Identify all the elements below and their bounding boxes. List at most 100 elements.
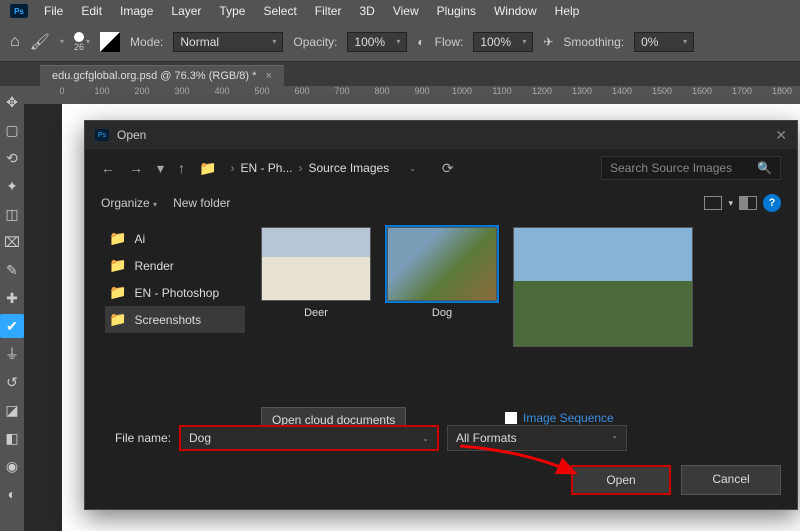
menu-edit[interactable]: Edit bbox=[73, 2, 110, 20]
eyedropper-tool[interactable]: ✎ bbox=[0, 258, 24, 282]
search-input[interactable]: Search Source Images 🔍 bbox=[601, 156, 781, 180]
chevron-down-icon[interactable]: ⌄ bbox=[409, 164, 416, 173]
opacity-label: Opacity: bbox=[293, 35, 337, 49]
close-tab-icon[interactable]: × bbox=[265, 70, 271, 82]
airbrush-icon[interactable]: ✈ bbox=[543, 35, 553, 49]
options-bar: ⌂ 🖌 ▾ 26 ▾ Mode: Normal ▾ Opacity: 100% … bbox=[0, 22, 800, 62]
brush-size-picker[interactable]: 26 ▾ bbox=[74, 32, 90, 52]
chevron-right-icon: › bbox=[298, 161, 302, 175]
folder-item[interactable]: 📁Screenshots bbox=[105, 306, 245, 333]
file-item[interactable]: Deer bbox=[261, 227, 371, 319]
refresh-icon[interactable]: ⟳ bbox=[442, 160, 454, 177]
breadcrumb-item[interactable]: Source Images bbox=[308, 161, 389, 175]
frame-tool[interactable]: ⌧ bbox=[0, 230, 24, 254]
gradient-tool[interactable]: ◧ bbox=[0, 426, 24, 450]
pressure-opacity-icon[interactable]: ◐ bbox=[417, 35, 424, 49]
file-thumbnail bbox=[387, 227, 497, 301]
folder-item[interactable]: 📁Render bbox=[105, 252, 245, 279]
file-preview bbox=[513, 227, 693, 347]
opacity-select[interactable]: 100% ▾ bbox=[347, 32, 407, 52]
filename-input[interactable]: Dog ⌄ bbox=[179, 425, 439, 451]
ruler-tick: 1800 bbox=[762, 86, 800, 104]
breadcrumb[interactable]: › EN - Ph... › Source Images ⌄ bbox=[230, 161, 415, 175]
folder-icon: 📁 bbox=[109, 284, 126, 301]
open-dialog: Ps Open ✕ ← → ▾ ↑ 📁 › EN - Ph... › Sourc… bbox=[84, 120, 798, 510]
folder-label: Ai bbox=[134, 232, 145, 246]
chevron-down-icon[interactable]: ▾ bbox=[60, 37, 64, 46]
chevron-down-icon: ⌄ bbox=[422, 434, 429, 443]
view-icon[interactable] bbox=[704, 196, 722, 210]
close-icon[interactable]: ✕ bbox=[775, 127, 787, 144]
brush-tool-icon[interactable]: 🖌 bbox=[30, 32, 50, 52]
preview-pane-icon[interactable] bbox=[739, 196, 757, 210]
crop-tool[interactable]: ◫ bbox=[0, 202, 24, 226]
mode-select[interactable]: Normal ▾ bbox=[173, 32, 283, 52]
file-thumbnail bbox=[261, 227, 371, 301]
cancel-button[interactable]: Cancel bbox=[681, 465, 781, 495]
menu-file[interactable]: File bbox=[36, 2, 71, 20]
ruler-tick: 1100 bbox=[482, 86, 522, 104]
ruler-tick: 700 bbox=[322, 86, 362, 104]
preview-thumbnail bbox=[513, 227, 693, 347]
view-chevron-icon[interactable]: ▾ bbox=[728, 198, 733, 209]
menu-plugins[interactable]: Plugins bbox=[429, 2, 484, 20]
stamp-tool[interactable]: ⏚ bbox=[0, 342, 24, 366]
menu-view[interactable]: View bbox=[385, 2, 427, 20]
dodge-tool[interactable]: ◐ bbox=[0, 482, 24, 506]
help-icon[interactable]: ? bbox=[763, 194, 781, 212]
menu-select[interactable]: Select bbox=[255, 2, 304, 20]
eraser-tool[interactable]: ◪ bbox=[0, 398, 24, 422]
marquee-tool[interactable]: ▢ bbox=[0, 118, 24, 142]
menu-type[interactable]: Type bbox=[211, 2, 253, 20]
menu-layer[interactable]: Layer bbox=[163, 2, 209, 20]
menu-help[interactable]: Help bbox=[547, 2, 588, 20]
breadcrumb-item[interactable]: EN - Ph... bbox=[240, 161, 292, 175]
flow-select[interactable]: 100% ▾ bbox=[473, 32, 533, 52]
back-icon[interactable]: ← bbox=[101, 160, 115, 176]
magic-wand-tool[interactable]: ✦ bbox=[0, 174, 24, 198]
menu-image[interactable]: Image bbox=[112, 2, 161, 20]
chevron-down-icon: ▾ bbox=[522, 37, 526, 46]
toolbox: ✥ ▢ ⟲ ✦ ◫ ⌧ ✎ ✚ ✔ ⏚ ↺ ◪ ◧ ◉ ◐ bbox=[0, 86, 24, 531]
home-icon[interactable]: ⌂ bbox=[10, 33, 20, 51]
menu-bar: Ps File Edit Image Layer Type Select Fil… bbox=[0, 0, 800, 22]
move-tool[interactable]: ✥ bbox=[0, 90, 24, 114]
ruler-tick: 1400 bbox=[602, 86, 642, 104]
format-select[interactable]: All Formats ⌄ bbox=[447, 425, 627, 451]
ruler-tick: 0 bbox=[42, 86, 82, 104]
menu-3d[interactable]: 3D bbox=[351, 2, 382, 20]
document-tab-title: edu.gcfglobal.org.psd @ 76.3% (RGB/8) * bbox=[52, 70, 256, 82]
brush-preview-icon bbox=[74, 32, 84, 42]
ruler-tick: 100 bbox=[82, 86, 122, 104]
filename-label: File name: bbox=[101, 431, 171, 445]
forward-icon[interactable]: → bbox=[129, 160, 143, 176]
menu-filter[interactable]: Filter bbox=[307, 2, 350, 20]
history-brush-tool[interactable]: ↺ bbox=[0, 370, 24, 394]
chevron-right-icon: › bbox=[230, 161, 234, 175]
file-item[interactable]: Dog bbox=[387, 227, 497, 319]
mode-label: Mode: bbox=[130, 35, 163, 49]
blur-tool[interactable]: ◉ bbox=[0, 454, 24, 478]
dialog-toolbar: Organize ▾ New folder ▾ ? bbox=[85, 187, 797, 219]
lasso-tool[interactable]: ⟲ bbox=[0, 146, 24, 170]
healing-tool[interactable]: ✚ bbox=[0, 286, 24, 310]
brush-preset-icon[interactable] bbox=[100, 32, 120, 52]
document-tab[interactable]: edu.gcfglobal.org.psd @ 76.3% (RGB/8) * … bbox=[40, 65, 284, 86]
smoothing-select[interactable]: 0% ▾ bbox=[634, 32, 694, 52]
folder-icon: 📁 bbox=[199, 160, 216, 177]
folder-item[interactable]: 📁Ai bbox=[105, 225, 245, 252]
folder-item[interactable]: 📁EN - Photoshop bbox=[105, 279, 245, 306]
up-icon[interactable]: ↑ bbox=[178, 160, 185, 176]
chevron-down-icon: ▾ bbox=[272, 37, 276, 46]
opacity-value: 100% bbox=[354, 35, 385, 49]
open-button[interactable]: Open bbox=[571, 465, 671, 495]
chevron-down-icon: ▾ bbox=[86, 37, 90, 46]
menu-window[interactable]: Window bbox=[486, 2, 545, 20]
new-folder-button[interactable]: New folder bbox=[173, 196, 230, 210]
brush-tool[interactable]: ✔ bbox=[0, 314, 24, 338]
organize-button[interactable]: Organize ▾ bbox=[101, 196, 157, 210]
chevron-down-icon[interactable]: ▾ bbox=[157, 160, 164, 177]
folder-icon: 📁 bbox=[109, 311, 126, 328]
ruler-tick: 300 bbox=[162, 86, 202, 104]
photoshop-logo-icon: Ps bbox=[95, 129, 109, 141]
